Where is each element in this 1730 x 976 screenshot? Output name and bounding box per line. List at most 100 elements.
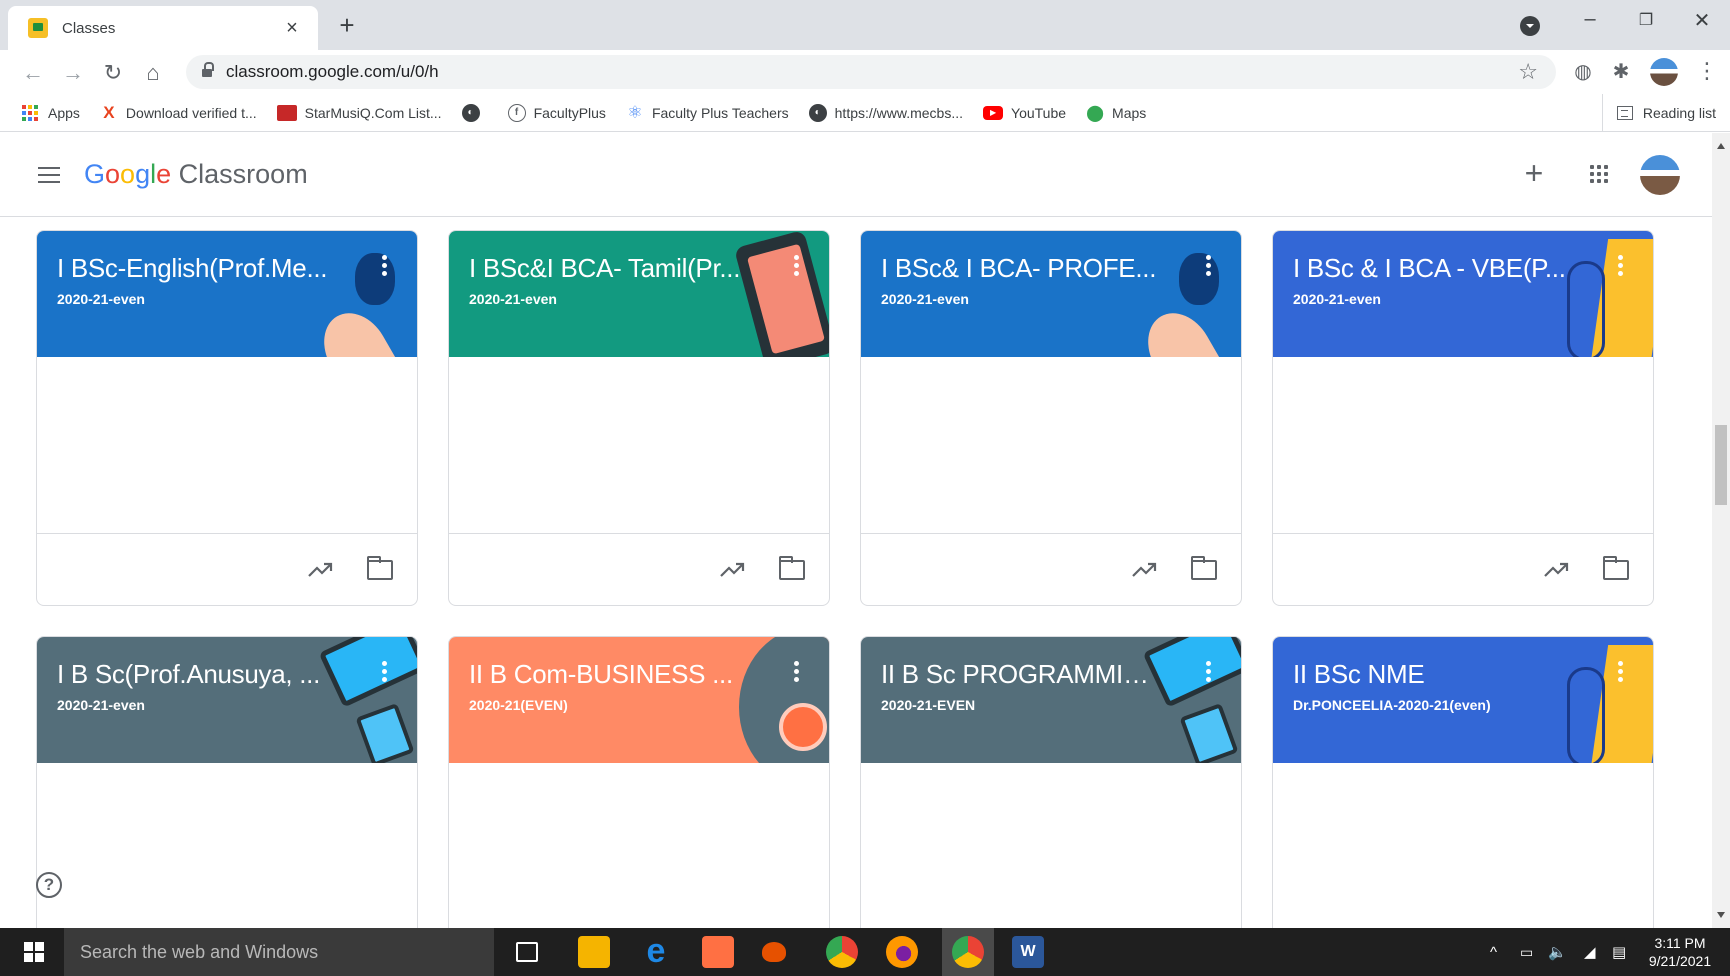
class-title[interactable]: I BSc&I BCA- Tamil(Pr... [469, 253, 749, 284]
trending-up-icon[interactable] [307, 558, 335, 580]
class-card-banner[interactable]: II BSc NME Dr.PONCEELIA-2020-21(even) [1273, 637, 1653, 763]
battery-icon[interactable]: ▭ [1520, 928, 1533, 976]
class-card[interactable]: II BSc NME Dr.PONCEELIA-2020-21(even) [1272, 636, 1654, 928]
bookmark-starmusiq[interactable]: StarMusiQ.Com List... [276, 104, 442, 121]
word-icon[interactable]: W [1012, 936, 1044, 968]
close-window-button[interactable]: ✕ [1682, 8, 1722, 33]
class-title[interactable]: I B Sc(Prof.Anusuya, ... [57, 659, 337, 690]
bookmark-maps[interactable]: ⬤ Maps [1086, 104, 1146, 122]
hamburger-menu-icon[interactable] [38, 167, 60, 183]
class-card[interactable]: I BSc&I BCA- Tamil(Pr... 2020-21-even [448, 230, 830, 606]
folder-icon[interactable] [1191, 556, 1217, 580]
tab-search-icon[interactable] [1520, 16, 1540, 36]
page-scrollbar[interactable] [1712, 133, 1730, 928]
uc-browser-icon[interactable] [702, 936, 734, 968]
folder-icon[interactable] [1603, 556, 1629, 580]
class-options-icon[interactable] [379, 661, 389, 689]
file-explorer-icon[interactable] [578, 936, 610, 968]
back-arrow-icon[interactable]: ← [18, 58, 48, 88]
reading-list-button[interactable]: Reading list [1601, 94, 1716, 132]
scroll-down-arrow-icon[interactable] [1717, 912, 1725, 922]
wifi-icon[interactable]: ◢ [1584, 928, 1596, 976]
edge-browser-icon[interactable]: e [640, 934, 672, 968]
home-icon[interactable]: ⌂ [138, 58, 168, 88]
task-view-icon[interactable] [516, 942, 538, 962]
profile-avatar[interactable] [1650, 58, 1678, 86]
close-tab-icon[interactable]: × [280, 17, 304, 40]
new-tab-button[interactable]: + [332, 12, 362, 38]
class-card-banner[interactable]: I B Sc(Prof.Anusuya, ... 2020-21-even [37, 637, 417, 763]
bookmark-facultyplus[interactable]: f FacultyPlus [507, 103, 606, 122]
folder-icon[interactable] [779, 556, 805, 580]
minimize-button[interactable]: – [1570, 8, 1610, 31]
class-card[interactable]: II B Sc PROGRAMMIN... 2020-21-EVEN [860, 636, 1242, 928]
restore-button[interactable]: ❐ [1626, 10, 1666, 30]
logo-letter: o [105, 159, 121, 189]
class-card[interactable]: I BSc & I BCA - VBE(P... 2020-21-even [1272, 230, 1654, 606]
class-card-banner[interactable]: I BSc& I BCA- PROFE... 2020-21-even [861, 231, 1241, 357]
class-card-banner[interactable]: II B Com-BUSINESS ... 2020-21(EVEN) [449, 637, 829, 763]
firefox-icon[interactable] [886, 936, 918, 968]
folder-icon[interactable] [367, 556, 393, 580]
class-card-footer [1273, 533, 1653, 605]
class-card-banner[interactable]: I BSc & I BCA - VBE(P... 2020-21-even [1273, 231, 1653, 357]
show-hidden-icons-icon[interactable]: ^ [1490, 928, 1497, 976]
bookmark-mecbs[interactable]: ◐ https://www.mecbs... [808, 103, 963, 122]
windows-taskbar: Search the web and Windows e W ^ ▭ 🔈 ◢ ▤… [0, 928, 1730, 976]
class-card[interactable]: II B Com-BUSINESS ... 2020-21(EVEN) [448, 636, 830, 928]
scroll-up-arrow-icon[interactable] [1717, 139, 1725, 149]
app-icon[interactable] [762, 942, 786, 962]
lock-icon[interactable] [202, 62, 214, 78]
google-classroom-logo[interactable]: Google Classroom [84, 159, 308, 190]
class-title[interactable]: II BSc NME [1293, 659, 1573, 690]
browser-tab-classes[interactable]: Classes × [8, 6, 318, 50]
bookmark-youtube[interactable]: ▶ YouTube [983, 105, 1066, 121]
chrome-menu-icon[interactable]: ⋮ [1696, 58, 1718, 84]
windows-start-icon[interactable] [24, 942, 44, 962]
taskbar-search-box[interactable]: Search the web and Windows [64, 928, 494, 976]
forward-arrow-icon[interactable]: → [58, 58, 88, 88]
bookmark-star-icon[interactable]: ☆ [1518, 59, 1538, 85]
class-card-banner[interactable]: I BSc&I BCA- Tamil(Pr... 2020-21-even [449, 231, 829, 357]
address-bar[interactable]: classroom.google.com/u/0/h ☆ [186, 55, 1556, 89]
class-options-icon[interactable] [1203, 661, 1213, 689]
class-section: 2020-21-even [57, 291, 145, 307]
bookmark-globe[interactable]: ◐ [461, 103, 488, 122]
class-options-icon[interactable] [379, 255, 389, 283]
reload-icon[interactable]: ↻ [98, 58, 128, 88]
bookmark-download-verified[interactable]: X Download verified t... [100, 103, 256, 122]
account-avatar[interactable] [1640, 155, 1680, 195]
facultyplus-icon: f [507, 103, 526, 122]
chrome-profile-icon[interactable] [952, 936, 984, 968]
class-options-icon[interactable] [1615, 255, 1625, 283]
create-join-class-button[interactable]: + [1516, 155, 1552, 191]
class-card-banner[interactable]: II B Sc PROGRAMMIN... 2020-21-EVEN [861, 637, 1241, 763]
scroll-thumb[interactable] [1715, 425, 1727, 505]
chrome-icon[interactable] [826, 936, 858, 968]
taskbar-clock[interactable]: 3:11 PM 9/21/2021 [1640, 934, 1720, 970]
class-card[interactable]: I BSc& I BCA- PROFE... 2020-21-even [860, 230, 1242, 606]
trending-up-icon[interactable] [719, 558, 747, 580]
puzzle-extensions-icon[interactable]: ✱ [1608, 59, 1634, 85]
help-icon[interactable]: ? [36, 872, 62, 898]
class-title[interactable]: I BSc-English(Prof.Me... [57, 253, 337, 284]
google-apps-icon[interactable] [1590, 165, 1608, 183]
class-card[interactable]: I BSc-English(Prof.Me... 2020-21-even [36, 230, 418, 606]
trending-up-icon[interactable] [1131, 558, 1159, 580]
class-title[interactable]: I BSc& I BCA- PROFE... [881, 253, 1161, 284]
volume-icon[interactable]: 🔈 [1548, 928, 1567, 976]
class-title[interactable]: II B Sc PROGRAMMIN... [881, 659, 1161, 690]
class-title[interactable]: II B Com-BUSINESS ... [469, 659, 749, 690]
class-options-icon[interactable] [791, 661, 801, 689]
bookmark-apps[interactable]: Apps [22, 104, 80, 121]
class-title[interactable]: I BSc & I BCA - VBE(P... [1293, 253, 1573, 284]
bookmark-faculty-plus-teachers[interactable]: ⚛ Faculty Plus Teachers [626, 103, 788, 122]
extension-icon[interactable]: ◍ [1570, 59, 1596, 85]
class-card[interactable]: I B Sc(Prof.Anusuya, ... 2020-21-even [36, 636, 418, 928]
class-options-icon[interactable] [1615, 661, 1625, 689]
class-card-banner[interactable]: I BSc-English(Prof.Me... 2020-21-even [37, 231, 417, 357]
trending-up-icon[interactable] [1543, 558, 1571, 580]
action-center-icon[interactable]: ▤ [1612, 928, 1626, 976]
class-options-icon[interactable] [791, 255, 801, 283]
class-options-icon[interactable] [1203, 255, 1213, 283]
